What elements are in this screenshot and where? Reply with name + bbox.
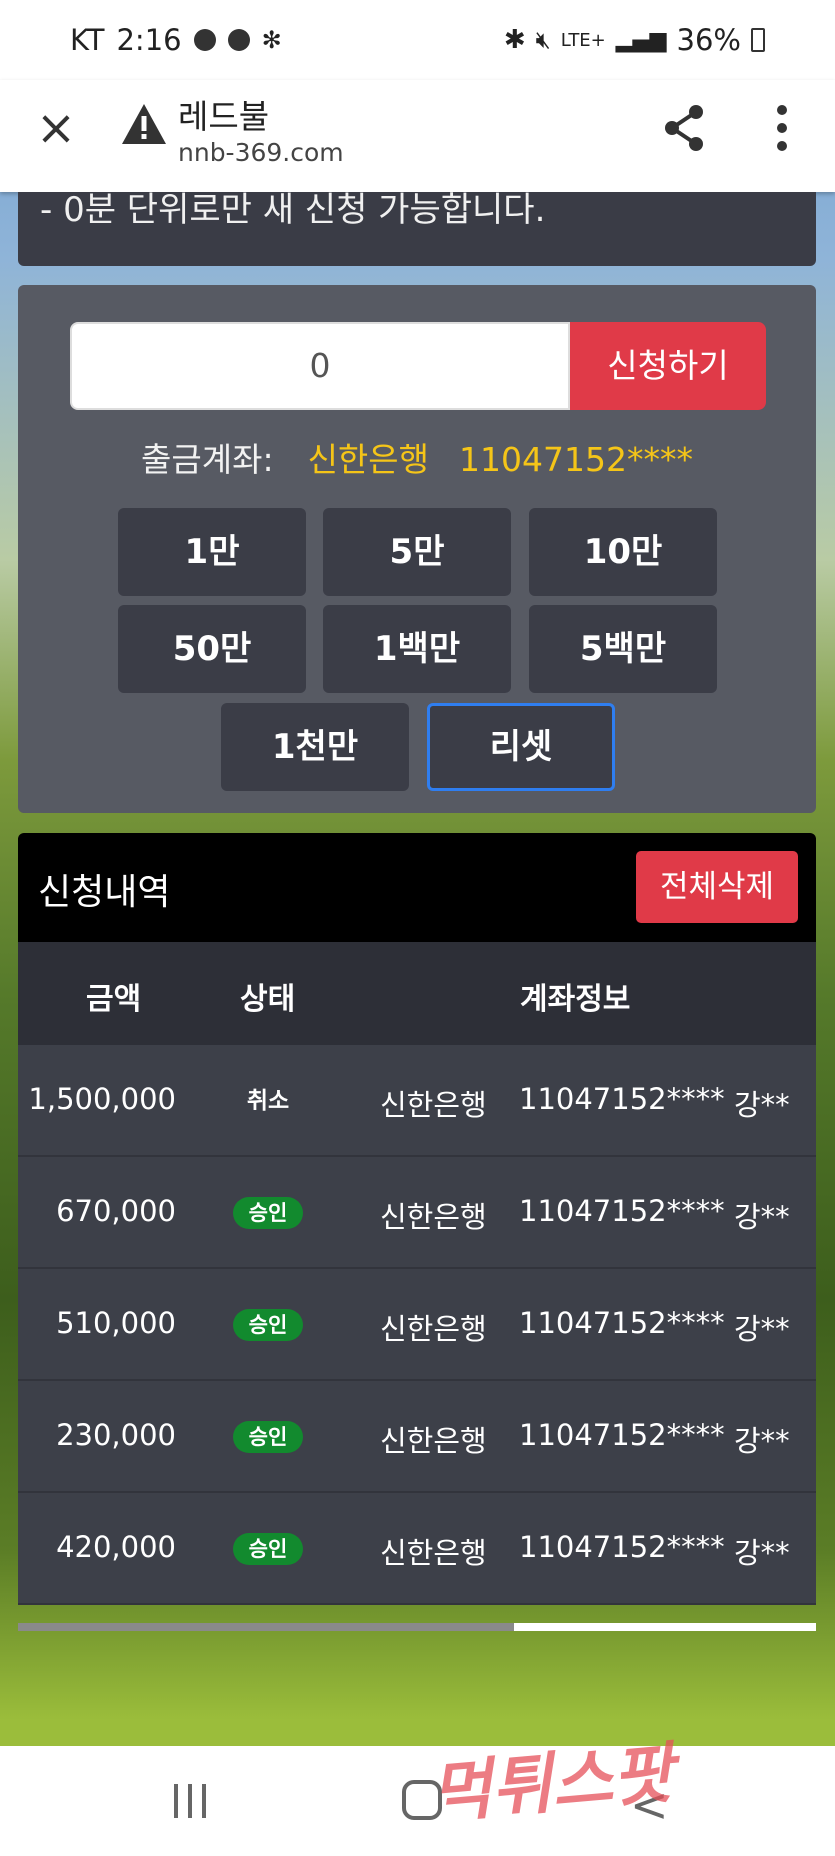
- row-amount: 230,000: [56, 1418, 176, 1452]
- row-bank: 신한은행: [380, 1312, 487, 1346]
- row-amount: 510,000: [56, 1306, 176, 1340]
- reset-button[interactable]: 리셋: [427, 703, 615, 791]
- apply-button[interactable]: 신청하기: [570, 322, 766, 410]
- row-name: 강**: [734, 1200, 790, 1234]
- row-account: 11047152****: [519, 1194, 725, 1228]
- table-row: 510,000 승인 신한은행 11047152**** 강**: [18, 1269, 816, 1381]
- row-amount: 670,000: [56, 1194, 176, 1228]
- navigation-bar: <: [0, 1746, 835, 1856]
- row-account: 11047152****: [519, 1530, 725, 1564]
- network-label: LTE+: [560, 29, 606, 51]
- row-bank: 신한은행: [380, 1424, 487, 1458]
- clock: 2:16: [116, 23, 182, 57]
- battery-icon: [751, 28, 765, 52]
- signal-icon: ▂▄▆: [615, 27, 667, 53]
- status-badge: 승인: [233, 1197, 303, 1229]
- amount-input[interactable]: 0: [70, 322, 570, 410]
- more-options-icon[interactable]: [770, 102, 794, 154]
- quick-amount-10k-button[interactable]: 1만: [118, 508, 306, 596]
- quick-amount-500k-button[interactable]: 50만: [118, 605, 306, 693]
- history-title: 신청내역: [38, 872, 171, 913]
- row-amount: 1,500,000: [28, 1082, 176, 1116]
- column-amount: 금액: [86, 982, 142, 1017]
- history-section: 신청내역 전체삭제 금액 상태 계좌정보 1,500,000 취소 신한은행 1…: [18, 833, 816, 1605]
- status-badge: 승인: [233, 1309, 303, 1341]
- column-account: 계좌정보: [520, 982, 631, 1017]
- row-account: 11047152****: [519, 1418, 725, 1452]
- talk-icon: [227, 29, 250, 51]
- notice-panel: - 0분 단위로만 새 신청 가능합니다.: [18, 192, 816, 266]
- row-bank: 신한은행: [380, 1200, 487, 1234]
- browser-toolbar: × 레드불 nnb-369.com: [0, 80, 835, 192]
- account-number: 11047152****: [459, 440, 693, 479]
- facebook-icon: [193, 29, 216, 51]
- status-badge: 승인: [233, 1533, 303, 1565]
- row-bank: 신한은행: [380, 1088, 487, 1122]
- table-row: 670,000 승인 신한은행 11047152**** 강**: [18, 1157, 816, 1269]
- notice-text: - 0분 단위로만 새 신청 가능합니다.: [40, 192, 546, 230]
- withdraw-panel: 0 신청하기 출금계좌: 신한은행 11047152**** 1만 5만 10만 5…: [18, 285, 816, 813]
- table-row: 420,000 승인 신한은행 11047152**** 강**: [18, 1493, 816, 1605]
- row-name: 강**: [734, 1424, 790, 1458]
- site-url[interactable]: nnb-369.com: [178, 138, 344, 167]
- withdraw-account-row: 출금계좌: 신한은행 11047152****: [18, 433, 816, 481]
- row-account: 11047152****: [519, 1082, 725, 1116]
- quick-amount-5m-button[interactable]: 5백만: [529, 605, 717, 693]
- horizontal-scrollbar[interactable]: [18, 1623, 816, 1631]
- row-name: 강**: [734, 1536, 790, 1570]
- column-status: 상태: [240, 982, 296, 1017]
- quick-amount-100k-button[interactable]: 10만: [529, 508, 717, 596]
- quick-amount-1m-button[interactable]: 1백만: [323, 605, 511, 693]
- status-bar: KT 2:16 ✻ ✱ 🔇︎ LTE+ ▂▄▆ 36%: [0, 0, 835, 80]
- status-badge: 취소: [246, 1088, 290, 1114]
- status-badge: 승인: [233, 1421, 303, 1453]
- row-amount: 420,000: [56, 1530, 176, 1564]
- close-icon[interactable]: ×: [34, 104, 78, 152]
- row-name: 강**: [734, 1312, 790, 1346]
- table-row: 230,000 승인 신한은행 11047152**** 강**: [18, 1381, 816, 1493]
- warning-icon[interactable]: [120, 102, 168, 146]
- account-bank: 신한은행: [307, 440, 430, 479]
- row-account: 11047152****: [519, 1306, 725, 1340]
- delete-all-button[interactable]: 전체삭제: [636, 851, 798, 923]
- share-icon[interactable]: [660, 102, 708, 154]
- scrollbar-thumb[interactable]: [514, 1623, 816, 1631]
- table-header: 금액 상태 계좌정보: [18, 942, 816, 1045]
- row-bank: 신한은행: [380, 1536, 487, 1570]
- recent-apps-icon[interactable]: [170, 1782, 210, 1820]
- table-row: 1,500,000 취소 신한은행 11047152**** 강**: [18, 1045, 816, 1157]
- bluetooth-icon: ✱: [503, 25, 526, 55]
- row-name: 강**: [734, 1088, 790, 1122]
- history-rows: 1,500,000 취소 신한은행 11047152**** 강** 670,0…: [18, 1045, 816, 1605]
- carrier: KT: [70, 23, 105, 57]
- app-notification-icon: ✻: [261, 26, 282, 54]
- quick-amount-50k-button[interactable]: 5만: [323, 508, 511, 596]
- account-label: 출금계좌:: [141, 440, 274, 479]
- quick-amount-10m-button[interactable]: 1천만: [221, 703, 409, 791]
- mute-icon: 🔇︎: [535, 26, 551, 54]
- battery-level: 36%: [676, 23, 741, 57]
- site-title: 레드불: [178, 97, 270, 136]
- history-header: 신청내역 전체삭제: [18, 833, 816, 942]
